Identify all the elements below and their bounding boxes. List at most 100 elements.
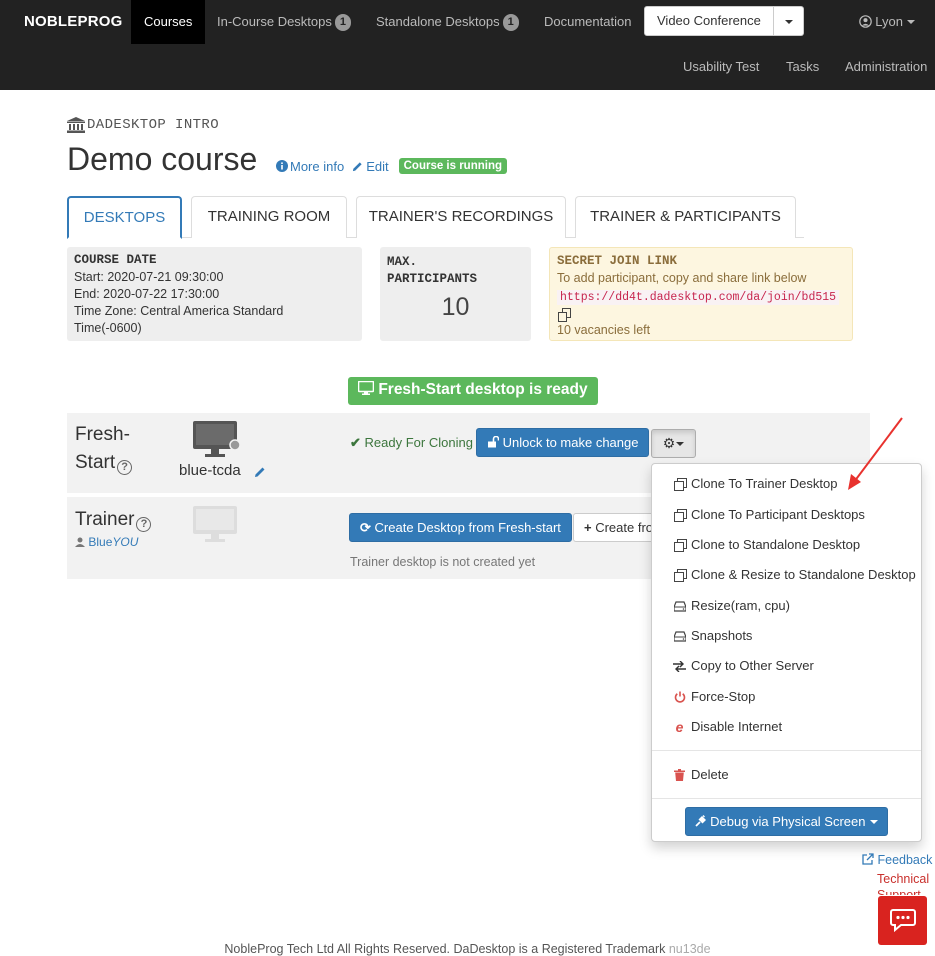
max-participants-value: 10 [441,293,470,321]
user-icon [858,15,872,28]
gear-icon: ⚙ [662,435,676,451]
clone-icon [673,569,687,582]
menu-clone-to-participants[interactable]: Clone To Participant Desktops [652,500,921,530]
nav-courses[interactable]: Courses [131,0,206,44]
course-timezone: Time Zone: Central America Standard [74,304,284,318]
menu-label: Snapshots [691,628,753,643]
trainer-name-text: Trainer [75,509,135,530]
help-icon[interactable]: ? [136,517,152,532]
course-timezone-offset: Time(-0600) [74,321,142,335]
fresh-start-ready-banner: Fresh-Start desktop is ready [348,377,598,405]
menu-divider [652,798,921,799]
menu-label: Disable Internet [691,719,783,734]
course-date-heading: COURSE DATE [74,253,157,267]
video-conference-dropdown-toggle[interactable] [773,6,804,36]
copy-icon[interactable] [558,308,573,322]
nav-in-course-desktops[interactable]: In-Course Desktops 1 [204,0,364,44]
row-name-line-2: Start [75,452,116,473]
feedback-link[interactable]: Feedback [862,853,932,867]
nav-tasks[interactable]: Tasks [786,59,819,74]
edit-link[interactable]: Edit [366,159,388,174]
menu-disable-internet[interactable]: e Disable Internet [652,712,921,742]
help-icon[interactable]: ? [117,460,133,475]
chat-button[interactable] [878,896,927,945]
menu-copy-to-server[interactable]: Copy to Other Server [652,651,921,681]
nav-standalone-desktops[interactable]: Standalone Desktops 1 [363,0,532,44]
check-icon: ✔ [350,435,361,450]
pencil-icon [353,161,362,171]
vacancies-text: 10 vacancies left [557,323,651,337]
breadcrumb-link[interactable]: DADESKTOP INTRO [87,117,219,133]
create-from-other-button[interactable]: + Create fro [573,513,653,542]
user-icon [75,537,85,547]
menu-label: Force-Stop [691,689,756,704]
external-link-icon [862,853,874,865]
menu-snapshots[interactable]: Snapshots [652,621,921,651]
menu-label: Clone & Resize to Standalone Desktop [691,567,916,582]
menu-label: Copy to Other Server [691,658,814,673]
desktop-actions-dropdown: Clone To Trainer Desktop Clone To Partic… [651,463,922,842]
tab-desktops[interactable]: DESKTOPS [67,196,182,239]
menu-clone-resize-standalone[interactable]: Clone & Resize to Standalone Desktop [652,560,921,590]
nav-documentation[interactable]: Documentation [531,0,644,44]
max-participants-heading-2: PARTICIPANTS [387,272,478,286]
tab-trainers-recordings[interactable]: TRAINER'S RECORDINGS [356,196,566,238]
trainer-monitor-icon [192,505,238,548]
unlock-button-label: Unlock to make change [502,435,639,450]
count-badge: 1 [502,14,519,31]
tab-label: TRAINER & PARTICIPANTS [590,208,781,225]
unlock-button[interactable]: Unlock to make change [476,428,650,457]
settings-dropdown-toggle[interactable]: ⚙ [651,429,696,458]
menu-divider [652,750,921,751]
max-participants-heading: MAX. [387,255,418,269]
title-links: More info Edit Course is running [276,158,508,174]
breadcrumb: DADESKTOP INTRO [67,117,219,133]
course-date-box: COURSE DATE Start: 2020-07-21 09:30:00 E… [67,247,362,341]
tech-support-line-1: Technical [877,872,930,886]
clone-icon [673,478,687,491]
trash-icon [674,769,685,781]
edit-desktop-name-icon[interactable] [254,466,266,478]
caret-down-icon [676,442,685,446]
chat-icon [890,909,916,932]
nav-usability-test[interactable]: Usability Test [683,59,759,74]
menu-label: Clone To Participant Desktops [691,507,865,522]
menu-clone-to-standalone[interactable]: Clone to Standalone Desktop [652,530,921,560]
course-end: End: 2020-07-22 17:30:00 [74,287,220,301]
ready-status: ✔ Ready For Cloning [350,435,473,451]
nav-label: Documentation [544,14,632,29]
more-info-link[interactable]: More info [290,159,344,174]
tab-label: TRAINER'S RECORDINGS [368,208,554,225]
tab-trainer-participants[interactable]: TRAINER & PARTICIPANTS [575,196,796,238]
menu-delete[interactable]: Delete [652,760,921,790]
debug-physical-screen-button[interactable]: Debug via Physical Screen [685,807,888,836]
video-conference-button[interactable]: Video Conference [644,6,774,36]
transfer-icon [673,660,686,672]
tab-training-room[interactable]: TRAINING ROOM [191,196,347,238]
desktop-monitor-icon[interactable] [192,420,242,463]
fresh-start-name: Fresh- Start? [75,421,133,477]
status-badge: Course is running [398,158,508,174]
max-participants-box: MAX. PARTICIPANTS 10 [380,247,531,341]
brand-logo[interactable]: NOBLEPROG [24,13,122,30]
count-badge: 1 [334,14,352,31]
join-link-url[interactable]: https://dd4t.dadesktop.com/da/join/bd515 [557,290,840,305]
plug-icon [694,815,706,827]
create-other-label: Create fro [595,520,653,535]
monitor-icon [357,380,375,395]
user-menu[interactable]: Lyon [858,14,915,29]
user-name: Lyon [875,14,903,29]
secret-join-instruction: To add participant, copy and share link … [557,271,807,285]
desktop-name: blue-tcda [179,462,241,479]
menu-resize[interactable]: Resize(ram, cpu) [652,591,921,621]
debug-label: Debug via Physical Screen [710,814,866,829]
hdd-icon [673,630,686,642]
create-from-fresh-start-button[interactable]: ⟳ Create Desktop from Fresh-start [349,513,572,542]
menu-force-stop[interactable]: Force-Stop [652,682,921,712]
technical-support-link[interactable]: Technical Support [877,871,929,895]
trainer-user-link[interactable]: BlueYOU [88,535,138,549]
menu-label: Resize(ram, cpu) [691,598,790,613]
clone-icon [673,539,687,552]
course-start: Start: 2020-07-21 09:30:00 [74,270,224,284]
nav-administration[interactable]: Administration [845,59,927,74]
